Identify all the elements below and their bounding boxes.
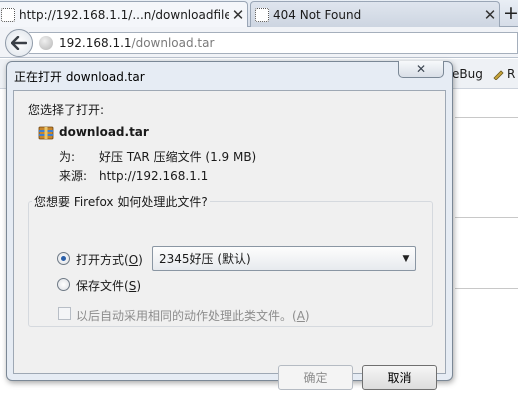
back-arrow-icon (11, 36, 27, 50)
remember-choice-label[interactable]: 以后自动采用相同的动作处理此类文件。(A) (76, 307, 310, 324)
action-question: 您想要 Firefox 如何处理此文件? (32, 193, 210, 210)
close-icon: ✕ (415, 62, 427, 76)
file-name: download.tar (59, 125, 149, 139)
remember-choice-checkbox[interactable] (58, 307, 71, 320)
page-favicon-icon (1, 7, 15, 22)
save-file-text: 保存文件( (76, 279, 129, 293)
open-with-accesskey: O (128, 253, 139, 267)
page-divider (455, 288, 518, 289)
file-type-row: 为: 好压 TAR 压缩文件 (1.9 MB) (59, 148, 256, 165)
file-source-key: 来源: (59, 169, 88, 183)
cancel-button[interactable]: 取消 (362, 365, 437, 390)
tab-title: 404 Not Found (273, 7, 362, 22)
site-identity-icon[interactable] (39, 36, 53, 50)
remember-choice-text: 以后自动采用相同的动作处理此类文件。( (76, 309, 297, 323)
file-source-row: 来源: http://192.168.1.1 (59, 167, 208, 184)
download-dialog: 正在打开 download.tar ✕ 您选择了打开: download.tar… (6, 61, 453, 390)
open-with-paren: ) (138, 253, 143, 267)
pen-icon (493, 70, 504, 80)
file-source-value: http://192.168.1.1 (99, 169, 209, 183)
url-path: /download.tar (131, 36, 215, 50)
bookmark-item-r[interactable]: R (492, 67, 515, 81)
tab-close-icon[interactable]: ✕ (229, 6, 247, 24)
file-type-value: 好压 TAR 压缩文件 (1.9 MB) (99, 150, 257, 164)
chosen-label: 您选择了打开: (28, 103, 105, 117)
ok-button[interactable]: 确定 (278, 365, 353, 390)
save-file-label[interactable]: 保存文件(S) (76, 277, 141, 294)
tab-strip: http://192.168.1.1/...n/downloadfile.cgi… (0, 0, 518, 27)
save-file-paren: ) (136, 279, 141, 293)
navigation-toolbar: 192.168.1.1/download.tar (0, 27, 518, 58)
url-host: 192.168.1.1 (59, 36, 132, 50)
open-with-label[interactable]: 打开方式(O) (76, 251, 143, 268)
tab-title: http://192.168.1.1/...n/downloadfile.cgi (19, 7, 229, 22)
application-select-value: 2345好压 (默认) (159, 252, 251, 266)
url-bar[interactable]: 192.168.1.1/download.tar (29, 32, 518, 54)
bookmark-item-firebug[interactable]: eBug (452, 67, 483, 81)
bookmark-label: eBug (452, 67, 483, 81)
open-with-radio[interactable] (57, 252, 70, 265)
file-type-key: 为: (59, 150, 76, 164)
dialog-close-button[interactable]: ✕ (398, 61, 444, 78)
new-tab-button[interactable]: + (502, 3, 518, 25)
dialog-content: 您选择了打开: download.tar 为: 好压 TAR 压缩文件 (1.9 … (13, 90, 446, 390)
page-divider (455, 117, 518, 118)
page-favicon-icon (255, 7, 269, 22)
archive-file-icon (38, 126, 54, 140)
chevron-down-icon: ▼ (402, 253, 410, 264)
tab-close-icon[interactable]: ✕ (481, 6, 499, 24)
page-divider (455, 217, 518, 218)
dialog-title: 正在打开 download.tar (14, 70, 145, 84)
bookmark-label: R (507, 67, 516, 81)
remember-choice-accesskey: A (296, 309, 305, 323)
remember-choice-paren: ) (304, 309, 310, 323)
save-file-radio[interactable] (57, 278, 70, 291)
tab-404[interactable]: 404 Not Found ✕ (250, 1, 500, 27)
tab-downloadfile[interactable]: http://192.168.1.1/...n/downloadfile.cgi… (0, 1, 248, 27)
application-select[interactable]: 2345好压 (默认) ▼ (152, 246, 416, 271)
open-with-text: 打开方式( (76, 253, 129, 267)
back-button[interactable] (5, 29, 33, 57)
